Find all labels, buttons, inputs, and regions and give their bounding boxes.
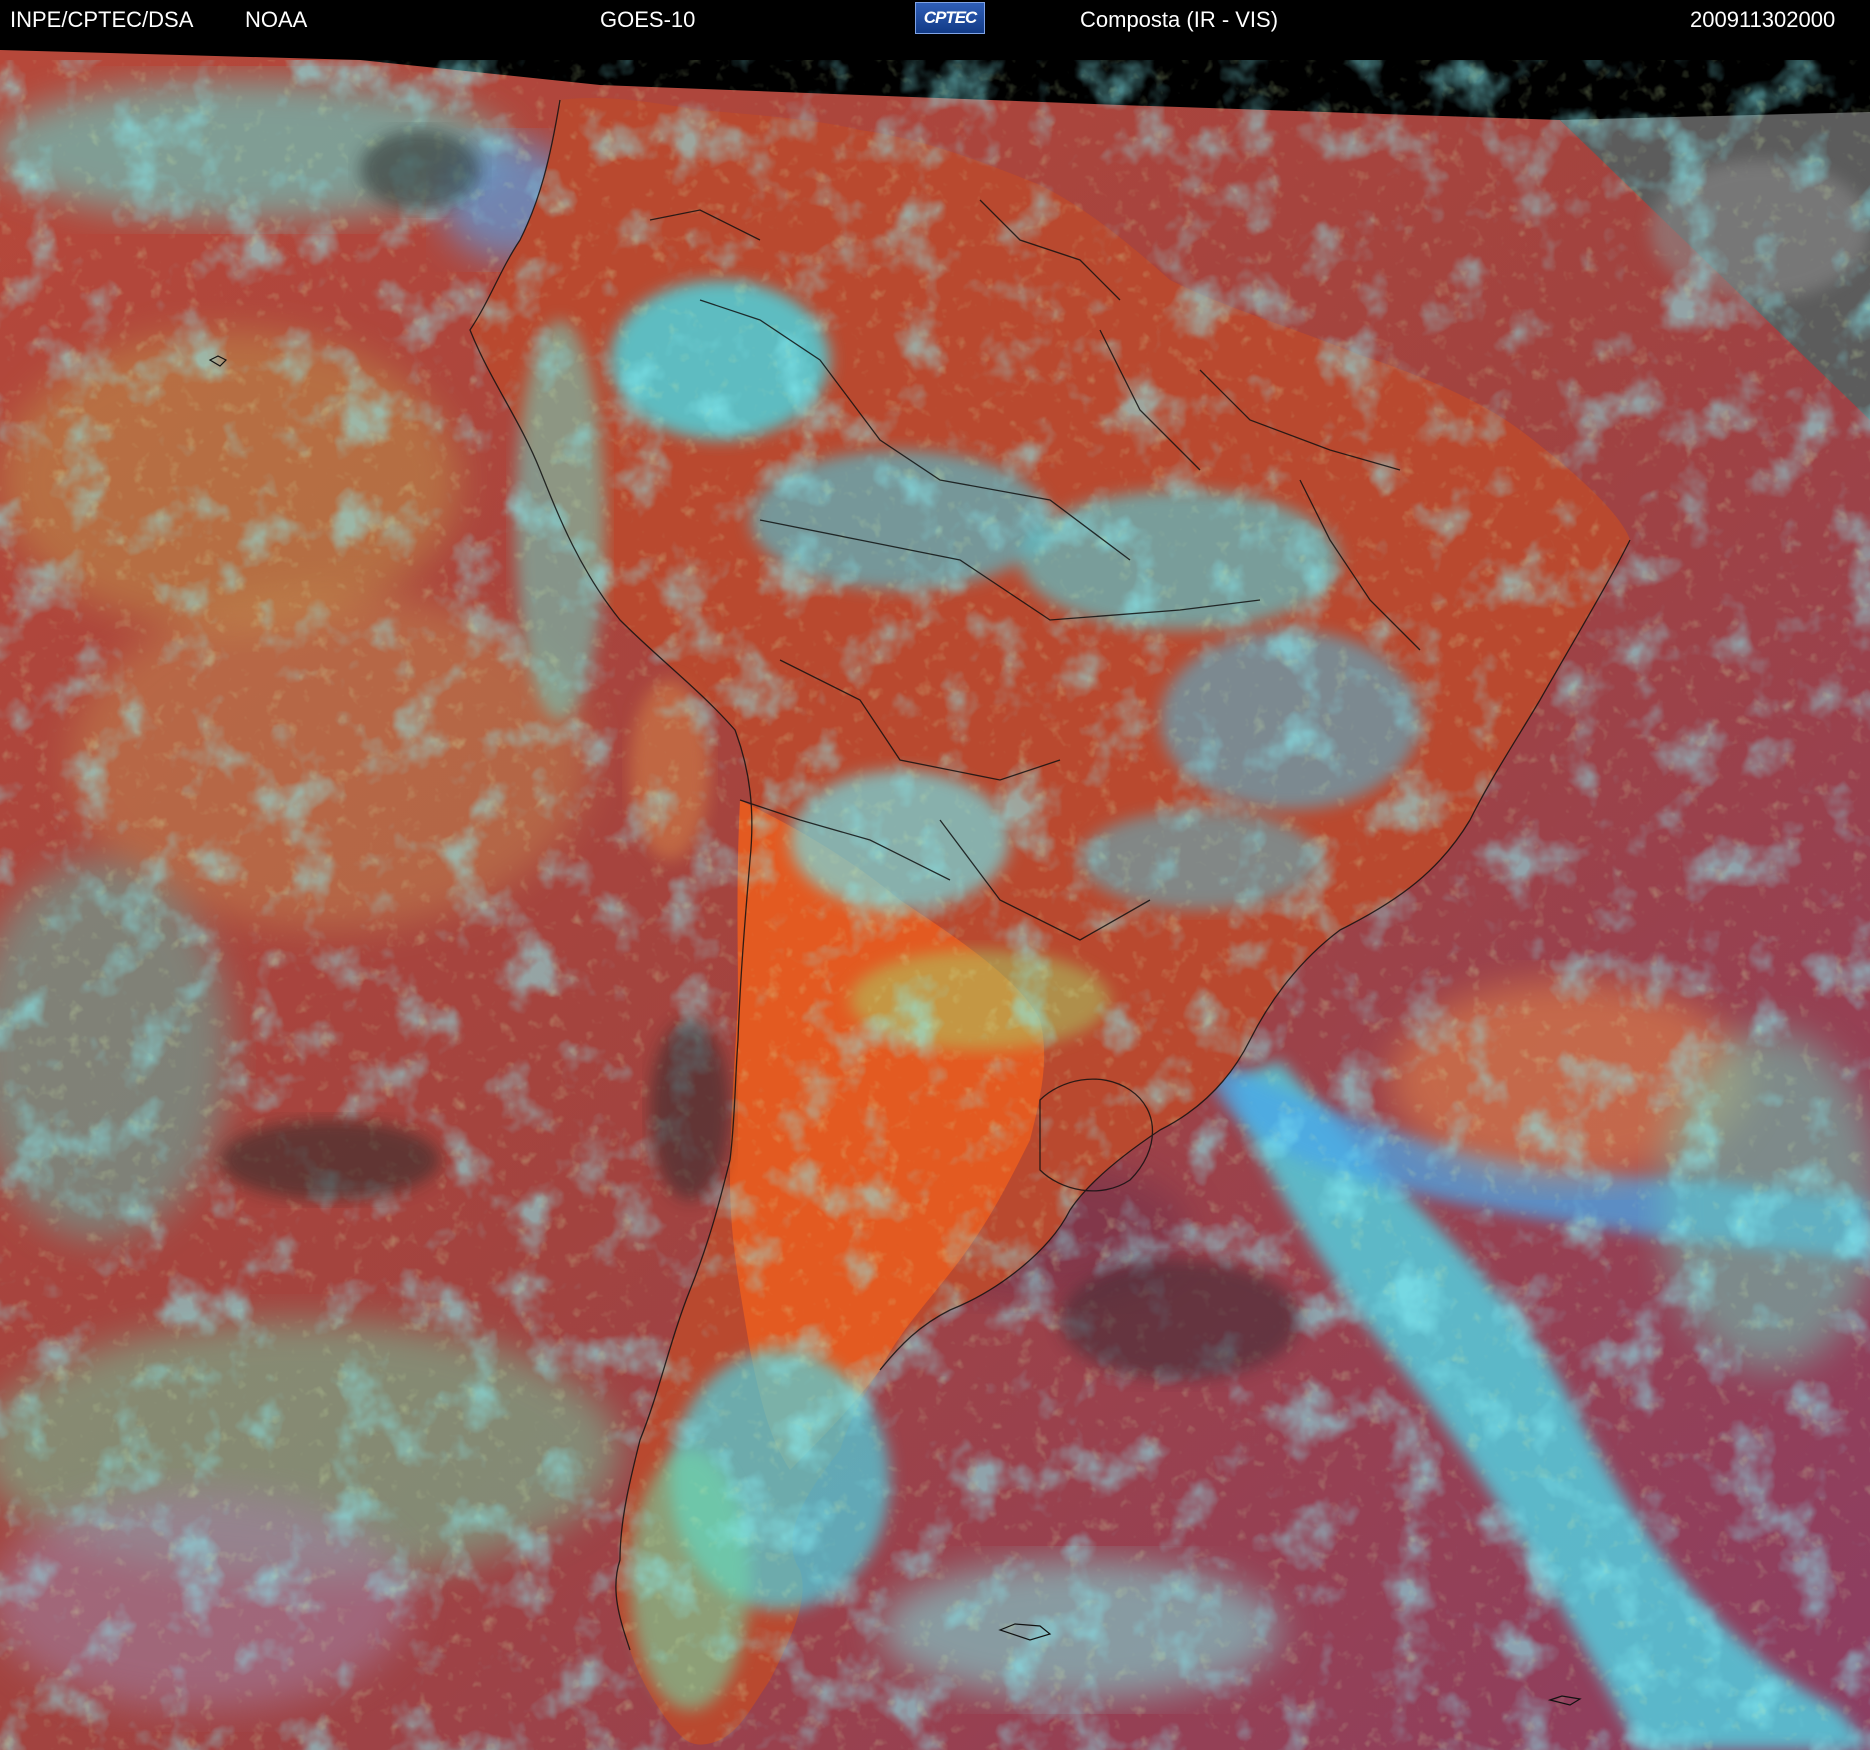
agency-label: INPE/CPTEC/DSA (10, 7, 194, 32)
satellite-label: GOES-10 (600, 7, 696, 32)
timestamp-label: 200911302000 (1690, 7, 1836, 32)
source-label: NOAA (245, 7, 308, 32)
speckle-texture (0, 60, 1870, 1750)
cptec-logo: CPTEC (915, 2, 985, 34)
product-label: Composta (IR - VIS) (1080, 7, 1279, 32)
image-header: INPE/CPTEC/DSA NOAA GOES-10 CPTEC Compos… (0, 0, 1870, 38)
satellite-image (0, 38, 1870, 1750)
